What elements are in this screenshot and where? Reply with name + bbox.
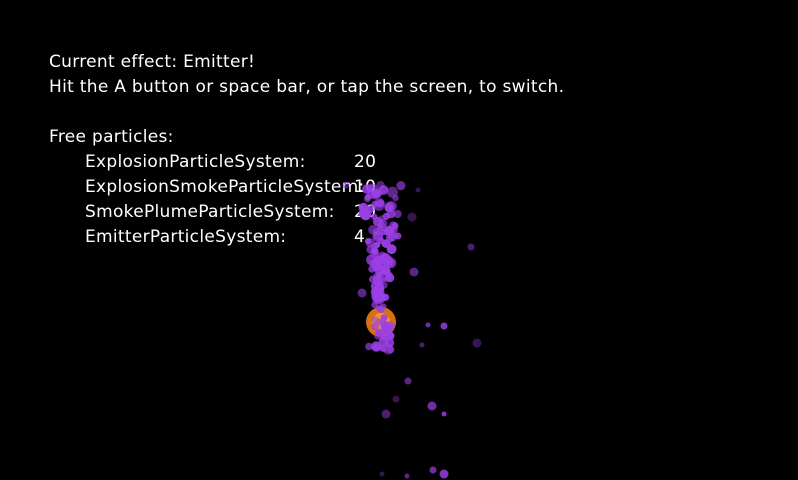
particle [377, 224, 384, 232]
particle [374, 197, 385, 208]
particle [387, 346, 395, 354]
particle [439, 469, 449, 479]
particle [365, 238, 376, 248]
particle-cloud [342, 180, 482, 479]
particle [467, 243, 475, 251]
particle [419, 342, 425, 348]
particle [381, 409, 391, 419]
particle [365, 342, 373, 351]
particle [385, 323, 394, 332]
particle [372, 275, 383, 286]
particle [427, 401, 437, 411]
particle [409, 267, 419, 277]
particle [378, 237, 385, 244]
particle [396, 181, 406, 191]
particle [367, 187, 373, 193]
particle [357, 288, 367, 298]
particle [404, 377, 412, 385]
particle [407, 212, 417, 222]
particle [375, 260, 384, 269]
particle [391, 222, 399, 230]
particle [415, 187, 421, 193]
particle [472, 338, 482, 348]
particle [404, 473, 410, 479]
particle [364, 193, 372, 201]
particle [379, 471, 385, 477]
particle [342, 181, 350, 189]
particle [429, 466, 437, 474]
game-screen[interactable]: Current effect: Emitter! Hit the A butto… [0, 0, 798, 480]
particle [394, 232, 402, 240]
particle [440, 322, 448, 330]
particle [392, 395, 400, 403]
particle [365, 206, 373, 214]
particle [380, 253, 391, 263]
particle [371, 213, 378, 220]
particle [386, 209, 396, 219]
particle [370, 287, 382, 298]
particle [441, 411, 447, 417]
particle [381, 266, 391, 276]
particle-field [342, 180, 482, 479]
particle [425, 322, 431, 328]
particle [380, 314, 388, 322]
particle [378, 185, 389, 195]
particle [387, 186, 398, 198]
